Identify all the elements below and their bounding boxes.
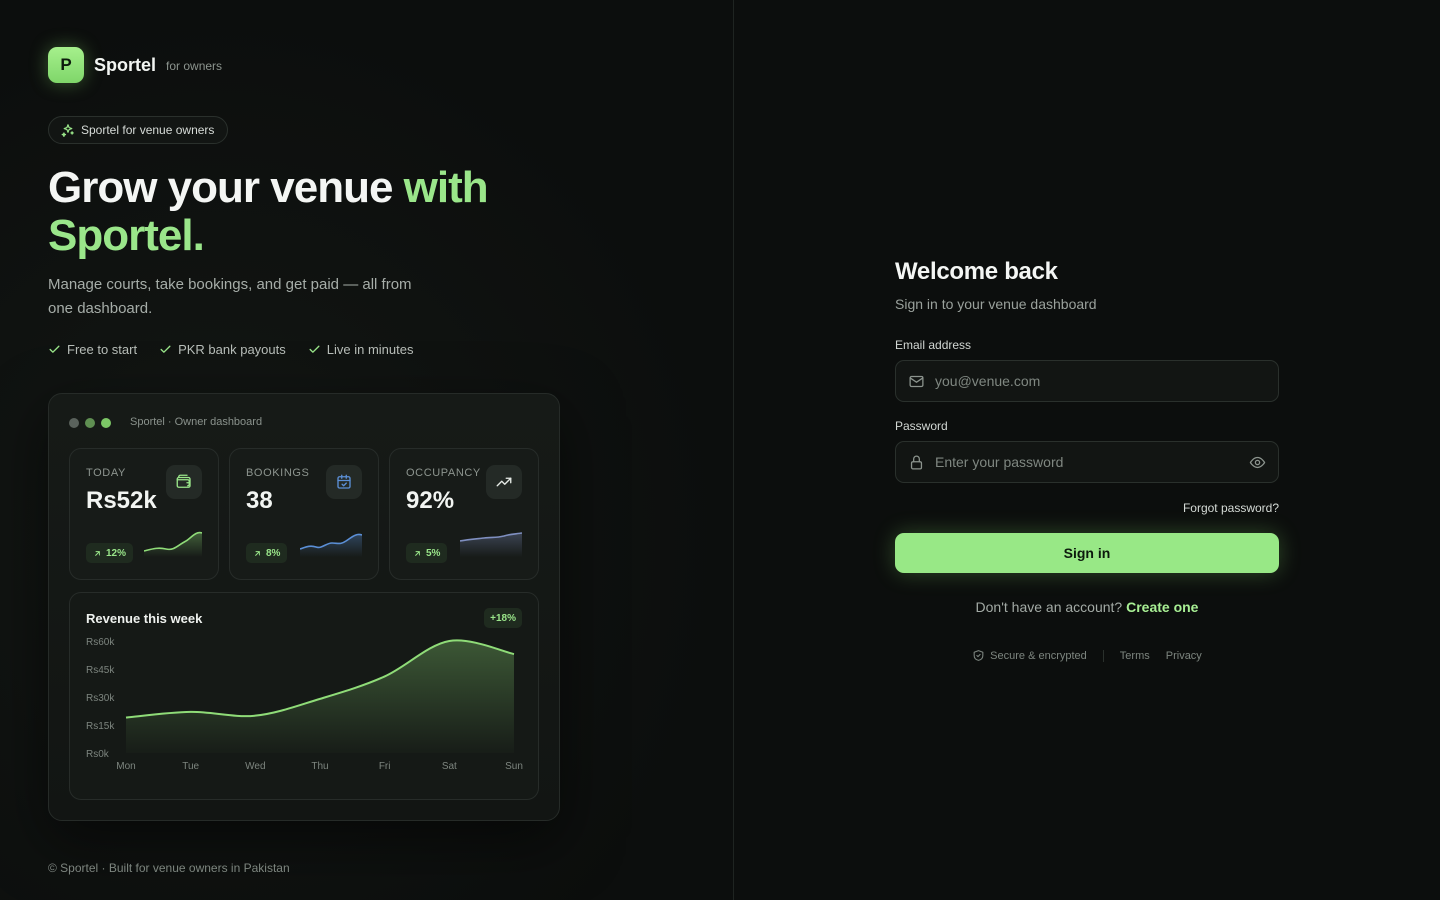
- stat-value: Rs52k: [86, 487, 157, 514]
- x-tick-label: Sat: [442, 761, 457, 772]
- feature-item: Free to start: [48, 342, 137, 357]
- legal-links: Secure & encrypted Terms Privacy: [895, 649, 1279, 662]
- y-tick-label: Rs45k: [86, 665, 115, 676]
- stat-delta: 5%: [406, 543, 448, 563]
- login-panel: Welcome back Sign in to your venue dashb…: [735, 0, 1440, 900]
- trending-up-icon: [486, 465, 522, 499]
- feature-list: Free to start PKR bank payouts Live in m…: [48, 342, 435, 357]
- window-controls: [69, 418, 117, 428]
- feature-label: Live in minutes: [326, 342, 414, 357]
- stat-card-bookings: BOOKINGS 38 8%: [229, 448, 379, 580]
- y-tick-label: Rs0k: [86, 749, 110, 760]
- calendar-check-icon: [326, 465, 362, 499]
- stat-card-occupancy: OCCUPANCY 92% 5%: [389, 448, 539, 580]
- revenue-chart-card: Rs60k Rs45k Rs30k Rs15k Rs0k Mon Tue Wed Thu Fri…: [69, 592, 539, 800]
- feature-label: PKR bank payouts: [178, 342, 286, 357]
- footer-copyright: © Sportel · Built for venue owners in Pa…: [48, 861, 290, 875]
- y-tick-label: Rs30k: [86, 693, 115, 704]
- stat-delta: 12%: [86, 543, 134, 563]
- x-tick-label: Mon: [116, 761, 135, 772]
- secure-note: Secure & encrypted: [972, 649, 1087, 662]
- feature-item: Live in minutes: [308, 342, 414, 357]
- dashboard-window-title: Sportel · Owner dashboard: [130, 416, 263, 428]
- venue-owners-badge: Sportel for venue owners: [48, 116, 229, 144]
- stat-label: OCCUPANCY: [406, 467, 481, 479]
- privacy-link[interactable]: Privacy: [1166, 650, 1202, 662]
- x-tick-label: Wed: [245, 761, 265, 772]
- headline-accent-brand: Sportel.: [48, 211, 205, 260]
- sparkline-today: [144, 531, 202, 557]
- marketing-panel: P Sportel for owners Sportel for venue o…: [0, 0, 734, 900]
- password-field[interactable]: [895, 441, 1279, 483]
- stat-value: 92%: [406, 487, 455, 514]
- create-account-prompt: Don't have an account? Create one: [895, 599, 1279, 615]
- check-icon: [49, 345, 60, 353]
- brand-logo: P: [48, 47, 84, 83]
- forgot-password-link[interactable]: Forgot password?: [895, 501, 1279, 515]
- window-dot: [85, 418, 95, 428]
- email-input[interactable]: [935, 373, 1235, 389]
- feature-item: PKR bank payouts: [159, 342, 286, 357]
- stat-label: BOOKINGS: [246, 467, 310, 479]
- window-dot: [69, 418, 79, 428]
- headline-main: Grow your venue: [48, 163, 404, 212]
- x-tick-label: Tue: [182, 761, 199, 772]
- brand-name: Sportel: [94, 54, 157, 75]
- x-tick-label: Sun: [505, 761, 523, 772]
- y-tick-label: Rs60k: [86, 637, 115, 648]
- create-account-link[interactable]: Create one: [1126, 599, 1198, 615]
- no-account-text: Don't have an account?: [975, 599, 1127, 615]
- arrow-up-right-icon: [255, 550, 260, 556]
- revenue-area: [126, 640, 514, 753]
- password-label: Password: [895, 419, 948, 433]
- arrow-up-right-icon: [95, 550, 100, 556]
- stat-card-today: TODAY Rs52k 12%: [69, 448, 219, 580]
- stat-value: 38: [246, 487, 273, 514]
- revenue-chart-title: Revenue this week: [86, 611, 203, 626]
- sign-in-button[interactable]: Sign in: [895, 533, 1279, 573]
- arrow-up-right-icon: [415, 550, 420, 556]
- login-subtitle: Sign in to your venue dashboard: [895, 296, 1097, 312]
- sparkles-icon: [61, 124, 74, 137]
- legal-divider: [1102, 649, 1104, 662]
- stat-delta: 8%: [246, 543, 288, 563]
- window-dot: [101, 418, 111, 428]
- hero-subtext: Manage courts, take bookings, and get pa…: [48, 276, 412, 317]
- y-tick-label: Rs15k: [86, 721, 115, 732]
- mail-icon: [909, 375, 924, 387]
- login-form: Welcome back Sign in to your venue dashb…: [895, 258, 1279, 662]
- check-icon: [160, 345, 171, 353]
- wallet-icon: [166, 465, 202, 499]
- email-field[interactable]: [895, 360, 1279, 402]
- stat-label: TODAY: [86, 467, 126, 479]
- feature-label: Free to start: [67, 342, 138, 357]
- x-tick-label: Thu: [311, 761, 328, 772]
- password-input[interactable]: [935, 454, 1235, 470]
- login-title: Welcome back: [895, 258, 1058, 285]
- dashboard-preview: Sportel · Owner dashboard TODAY Rs52k 12…: [48, 393, 560, 821]
- secure-label: Secure & encrypted: [990, 649, 1087, 662]
- lock-icon: [910, 455, 923, 470]
- badge-label: Sportel for venue owners: [81, 123, 215, 137]
- stat-delta-value: 8%: [266, 547, 281, 559]
- x-tick-label: Fri: [379, 761, 391, 772]
- terms-link[interactable]: Terms: [1120, 650, 1150, 662]
- stat-delta-value: 12%: [106, 547, 127, 559]
- revenue-delta-badge: +18%: [484, 608, 522, 628]
- eye-icon[interactable]: [1249, 454, 1266, 471]
- brand-tagline: for owners: [166, 59, 223, 73]
- shield-check-icon: [973, 650, 984, 661]
- sparkline-occupancy: [460, 532, 522, 557]
- sparkline-bookings: [300, 533, 362, 557]
- brand[interactable]: P Sportel for owners: [48, 47, 222, 83]
- stat-delta-value: 5%: [426, 547, 441, 559]
- headline-accent-with: with: [403, 163, 489, 212]
- hero-headline: Grow your venue with Sportel.: [48, 164, 568, 260]
- check-icon: [309, 345, 320, 353]
- email-label: Email address: [895, 338, 972, 352]
